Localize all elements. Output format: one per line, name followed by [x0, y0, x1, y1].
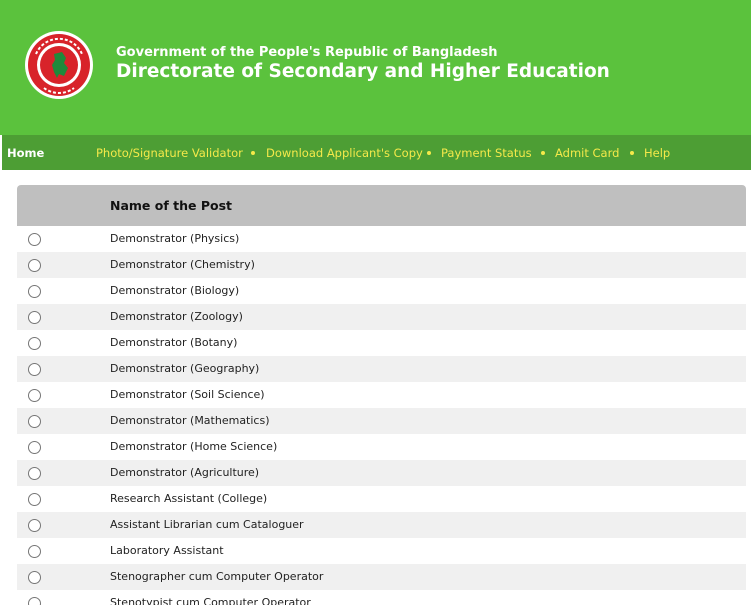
post-name-label: Stenotypist cum Computer Operator: [110, 596, 311, 605]
post-radio-button[interactable]: [28, 311, 41, 324]
post-radio-button[interactable]: [28, 285, 41, 298]
post-name-label: Research Assistant (College): [110, 492, 268, 505]
post-radio-button[interactable]: [28, 493, 41, 506]
nav-bar: Home Photo/Signature Validator Download …: [0, 135, 751, 170]
post-radio-button[interactable]: [28, 571, 41, 584]
table-row[interactable]: Demonstrator (Zoology): [17, 304, 746, 330]
post-radio-button[interactable]: [28, 363, 41, 376]
post-radio-button[interactable]: [28, 597, 41, 605]
table-row[interactable]: Assistant Librarian cum Cataloguer: [17, 512, 746, 538]
post-name-label: Stenographer cum Computer Operator: [110, 570, 324, 583]
table-row[interactable]: Demonstrator (Mathematics): [17, 408, 746, 434]
header-banner: Government of the People's Republic of B…: [0, 0, 751, 135]
post-name-label: Demonstrator (Zoology): [110, 310, 243, 323]
nav-home-link[interactable]: Home: [7, 146, 44, 160]
post-radio-button[interactable]: [28, 467, 41, 480]
post-radio-button[interactable]: [28, 389, 41, 402]
table-row[interactable]: Laboratory Assistant: [17, 538, 746, 564]
post-name-column-header: Name of the Post: [110, 198, 232, 213]
table-body: Demonstrator (Physics) Demonstrator (Chem…: [17, 226, 746, 605]
table-row[interactable]: Demonstrator (Soil Science): [17, 382, 746, 408]
post-name-label: Demonstrator (Agriculture): [110, 466, 260, 479]
directorate-title: Directorate of Secondary and Higher Educ…: [116, 61, 610, 82]
post-name-label: Demonstrator (Mathematics): [110, 414, 270, 427]
post-name-label: Laboratory Assistant: [110, 544, 224, 557]
table-row[interactable]: Demonstrator (Chemistry): [17, 252, 746, 278]
table-row[interactable]: Demonstrator (Geography): [17, 356, 746, 382]
post-radio-button[interactable]: [28, 519, 41, 532]
post-name-label: Demonstrator (Botany): [110, 336, 238, 349]
nav-help-link[interactable]: Help: [644, 146, 670, 160]
post-name-label: Demonstrator (Soil Science): [110, 388, 265, 401]
nav-photo-validator-link[interactable]: Photo/Signature Validator: [96, 146, 243, 160]
post-name-label: Demonstrator (Biology): [110, 284, 240, 297]
table-row[interactable]: Demonstrator (Biology): [17, 278, 746, 304]
bangladesh-govt-seal-icon: [25, 31, 93, 99]
nav-separator-dot: [427, 151, 431, 155]
government-title: Government of the People's Republic of B…: [116, 45, 498, 60]
post-radio-button[interactable]: [28, 259, 41, 272]
post-radio-button[interactable]: [28, 337, 41, 350]
post-name-label: Demonstrator (Geography): [110, 362, 260, 375]
nav-admit-card-link[interactable]: Admit Card: [555, 146, 619, 160]
post-name-label: Demonstrator (Home Science): [110, 440, 278, 453]
post-name-label: Assistant Librarian cum Cataloguer: [110, 518, 304, 531]
table-row[interactable]: Demonstrator (Agriculture): [17, 460, 746, 486]
table-row[interactable]: Stenotypist cum Computer Operator: [17, 590, 746, 605]
post-name-label: Demonstrator (Chemistry): [110, 258, 255, 271]
nav-separator-dot: [251, 151, 255, 155]
nav-separator-dot: [541, 151, 545, 155]
post-radio-button[interactable]: [28, 545, 41, 558]
post-radio-button[interactable]: [28, 441, 41, 454]
post-radio-button[interactable]: [28, 415, 41, 428]
post-radio-button[interactable]: [28, 233, 41, 246]
table-row[interactable]: Demonstrator (Home Science): [17, 434, 746, 460]
nav-separator-dot: [630, 151, 634, 155]
table-row[interactable]: Stenographer cum Computer Operator: [17, 564, 746, 590]
table-row[interactable]: Research Assistant (College): [17, 486, 746, 512]
table-header: Name of the Post: [17, 185, 746, 226]
post-selection-table: Name of the Post Demonstrator (Physics) D…: [17, 185, 746, 605]
nav-download-copy-link[interactable]: Download Applicant's Copy: [266, 146, 423, 160]
nav-payment-status-link[interactable]: Payment Status: [441, 146, 532, 160]
table-row[interactable]: Demonstrator (Physics): [17, 226, 746, 252]
post-name-label: Demonstrator (Physics): [110, 232, 240, 245]
table-row[interactable]: Demonstrator (Botany): [17, 330, 746, 356]
